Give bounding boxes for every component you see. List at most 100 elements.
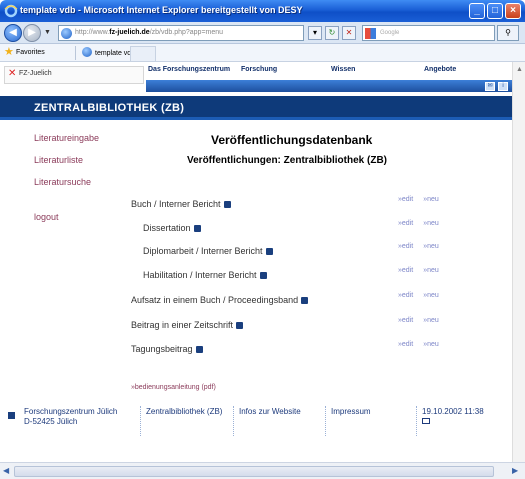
divider bbox=[325, 406, 326, 436]
strip-info-icon[interactable]: i bbox=[498, 82, 508, 91]
ie-logo-icon bbox=[4, 4, 18, 18]
footer-bullet-icon bbox=[8, 412, 15, 419]
favorites-button[interactable]: Favorites bbox=[16, 49, 45, 56]
category-tagungsbeitrag[interactable]: Tagungsbeitrag bbox=[131, 344, 203, 354]
page-subtitle: Veröffentlichungen: Zentralbibliothek (Z… bbox=[187, 155, 387, 166]
nav-literatureingabe[interactable]: Literatureingabe bbox=[34, 133, 99, 143]
site-header: ✕ FZ-Juelich Das Forschungszentrum Forsc… bbox=[0, 62, 512, 94]
new-link[interactable]: »neu bbox=[423, 267, 439, 274]
address-url: http://www.fz-juelich.de/zb/vdb.php?app=… bbox=[75, 29, 224, 36]
info-icon[interactable] bbox=[195, 346, 203, 353]
category-diplomarbeit[interactable]: Diplomarbeit / Interner Bericht bbox=[143, 246, 273, 256]
new-link[interactable]: »neu bbox=[423, 243, 439, 250]
nav-literaturliste[interactable]: Literaturliste bbox=[34, 155, 83, 165]
category-actions: »edit »neu bbox=[398, 341, 449, 348]
web-page: ✕ FZ-Juelich Das Forschungszentrum Forsc… bbox=[0, 62, 512, 462]
edit-link[interactable]: »edit bbox=[398, 220, 413, 227]
footer-date: 19.10.2002 11:38 bbox=[422, 407, 484, 427]
edit-link[interactable]: »edit bbox=[398, 341, 413, 348]
new-tab-button[interactable] bbox=[130, 46, 156, 61]
edit-link[interactable]: »edit bbox=[398, 317, 413, 324]
new-link[interactable]: »neu bbox=[423, 317, 439, 324]
nav-forschung[interactable]: Forschung bbox=[241, 66, 277, 73]
info-icon[interactable] bbox=[301, 297, 309, 304]
scrollbar-thumb[interactable] bbox=[14, 466, 494, 477]
search-placeholder: Google bbox=[380, 30, 400, 36]
stop-icon[interactable]: ✕ bbox=[342, 26, 356, 40]
category-actions: »edit »neu bbox=[398, 220, 449, 227]
new-link[interactable]: »neu bbox=[423, 220, 439, 227]
category-actions: »edit »neu bbox=[398, 317, 449, 324]
divider bbox=[75, 46, 76, 60]
banner-title: ZENTRALBIBLIOTHEK (ZB) bbox=[34, 102, 185, 114]
history-dropdown-icon[interactable]: ▼ bbox=[44, 29, 51, 36]
info-icon[interactable] bbox=[193, 225, 201, 232]
category-actions: »edit »neu bbox=[398, 243, 449, 250]
new-link[interactable]: »neu bbox=[423, 196, 439, 203]
header-strip: ✉ i bbox=[146, 80, 512, 92]
horizontal-scrollbar[interactable]: ◀ ▶ bbox=[0, 462, 525, 479]
address-dropdown-icon[interactable]: ▾ bbox=[308, 26, 322, 40]
window-title-bar: template vdb - Microsoft Internet Explor… bbox=[0, 0, 525, 22]
info-icon[interactable] bbox=[259, 272, 267, 279]
maximize-button[interactable]: □ bbox=[487, 3, 503, 19]
fz-x-icon: ✕ bbox=[8, 68, 17, 79]
minimize-button[interactable]: _ bbox=[469, 3, 485, 19]
category-aufsatz[interactable]: Aufsatz in einem Buch / Proceedingsband bbox=[131, 295, 309, 305]
divider bbox=[416, 406, 417, 436]
fz-logo[interactable]: ✕ FZ-Juelich bbox=[4, 66, 144, 84]
footer-zb-link[interactable]: Zentralbibliothek (ZB) bbox=[146, 407, 222, 417]
page-favicon-icon bbox=[61, 28, 72, 39]
mail-icon[interactable] bbox=[422, 418, 430, 424]
browser-tab[interactable]: template vdb bbox=[82, 47, 135, 57]
nav-literatursuche[interactable]: Literatursuche bbox=[34, 177, 91, 187]
nav-angebote[interactable]: Angebote bbox=[424, 66, 456, 73]
category-zeitschrift[interactable]: Beitrag in einer Zeitschrift bbox=[131, 320, 244, 330]
category-actions: »edit »neu bbox=[398, 292, 449, 299]
footer-infos-link[interactable]: Infos zur Website bbox=[239, 407, 301, 417]
fz-logo-text: FZ-Juelich bbox=[19, 70, 52, 77]
scroll-up-icon[interactable]: ▲ bbox=[514, 64, 525, 75]
vertical-scrollbar[interactable]: ▲ bbox=[512, 62, 525, 462]
search-input[interactable]: Google bbox=[362, 25, 495, 41]
page-title: Veröffentlichungsdatenbank bbox=[211, 133, 373, 147]
scroll-right-icon[interactable]: ▶ bbox=[512, 466, 518, 475]
nav-logout[interactable]: logout bbox=[34, 212, 59, 222]
divider bbox=[140, 406, 141, 436]
info-icon[interactable] bbox=[236, 322, 244, 329]
info-icon[interactable] bbox=[265, 248, 273, 255]
edit-link[interactable]: »edit bbox=[398, 196, 413, 203]
nav-wissen[interactable]: Wissen bbox=[331, 66, 355, 73]
scroll-left-icon[interactable]: ◀ bbox=[3, 466, 9, 475]
category-buch[interactable]: Buch / Interner Bericht bbox=[131, 199, 231, 209]
close-button[interactable]: × bbox=[505, 3, 521, 19]
address-toolbar: ◀ ▶ ▼ http://www.fz-juelich.de/zb/vdb.ph… bbox=[0, 22, 525, 44]
edit-link[interactable]: »edit bbox=[398, 267, 413, 274]
edit-link[interactable]: »edit bbox=[398, 292, 413, 299]
divider bbox=[233, 406, 234, 436]
tab-favicon-icon bbox=[82, 47, 92, 57]
new-link[interactable]: »neu bbox=[423, 292, 439, 299]
strip-mail-icon[interactable]: ✉ bbox=[485, 82, 495, 91]
category-actions: »edit »neu bbox=[398, 196, 449, 203]
google-icon bbox=[365, 28, 376, 39]
manual-link[interactable]: »bedienungsanleitung (pdf) bbox=[131, 384, 216, 391]
footer-org[interactable]: Forschungszentrum Jülich D-52425 Jülich bbox=[8, 407, 117, 427]
edit-link[interactable]: »edit bbox=[398, 243, 413, 250]
favorites-star-icon[interactable]: ★ bbox=[4, 47, 14, 58]
back-button[interactable]: ◀ bbox=[4, 24, 22, 42]
new-link[interactable]: »neu bbox=[423, 341, 439, 348]
nav-forschungszentrum[interactable]: Das Forschungszentrum bbox=[148, 66, 230, 73]
category-dissertation[interactable]: Dissertation bbox=[143, 223, 201, 233]
footer-impressum-link[interactable]: Impressum bbox=[331, 407, 371, 417]
section-banner: ZENTRALBIBLIOTHEK (ZB) bbox=[0, 96, 512, 120]
address-input[interactable]: http://www.fz-juelich.de/zb/vdb.php?app=… bbox=[58, 25, 304, 41]
category-habilitation[interactable]: Habilitation / Interner Bericht bbox=[143, 270, 267, 280]
favorites-bar: ★ Favorites template vdb bbox=[0, 44, 525, 62]
search-button[interactable]: ⚲ bbox=[497, 25, 519, 41]
refresh-icon[interactable]: ↻ bbox=[325, 26, 339, 40]
category-actions: »edit »neu bbox=[398, 267, 449, 274]
page-footer: Forschungszentrum Jülich D-52425 Jülich … bbox=[0, 403, 512, 462]
forward-button[interactable]: ▶ bbox=[23, 24, 41, 42]
info-icon[interactable] bbox=[223, 201, 231, 208]
